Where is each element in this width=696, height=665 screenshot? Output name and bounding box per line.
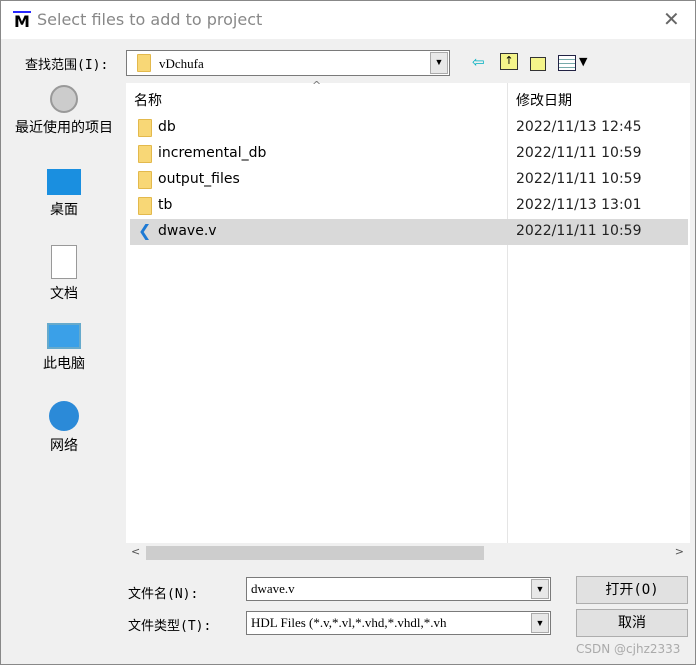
filetype-select[interactable]: HDL Files (*.v,*.vl,*.vhd,*.vhdl,*.vh ▼ — [246, 611, 551, 635]
file-date: 2022/11/11 10:59 — [516, 223, 642, 239]
vscode-file-icon: ❮ — [138, 221, 152, 240]
folder-icon — [138, 145, 152, 163]
horizontal-scrollbar[interactable]: < > — [126, 543, 690, 563]
chevron-down-icon[interactable]: ▼ — [430, 52, 448, 74]
sort-ascending-icon: ^ — [312, 79, 322, 92]
look-in-label: 查找范围(I): — [25, 58, 109, 73]
column-header-date[interactable]: 修改日期 — [508, 83, 580, 113]
scrollbar-thumb[interactable] — [146, 546, 484, 560]
chevron-down-icon[interactable]: ▼ — [531, 579, 549, 599]
file-row[interactable]: db 2022/11/13 12:45 — [130, 115, 688, 141]
file-date: 2022/11/11 10:59 — [516, 145, 642, 161]
file-name: incremental_db — [158, 145, 267, 161]
watermark: CSDN @cjhz2333 — [576, 642, 681, 656]
new-folder-icon[interactable] — [530, 57, 546, 71]
folder-icon — [138, 197, 152, 215]
view-menu-icon[interactable] — [558, 55, 576, 71]
file-name: tb — [158, 197, 173, 213]
scroll-left-icon[interactable]: < — [131, 545, 140, 558]
file-list[interactable]: ^ 名称 修改日期 db 2022/11/13 12:45 incremental… — [126, 79, 690, 563]
file-row[interactable]: ❮ dwave.v 2022/11/11 10:59 — [130, 219, 688, 245]
file-date: 2022/11/13 13:01 — [516, 197, 642, 213]
filename-input[interactable]: dwave.v ▼ — [246, 577, 551, 601]
file-row[interactable]: tb 2022/11/13 13:01 — [130, 193, 688, 219]
look-in-value: vDchufa — [159, 56, 204, 71]
file-date: 2022/11/13 12:45 — [516, 119, 642, 135]
folder-icon — [137, 54, 151, 72]
app-logo-icon: M — [13, 11, 31, 31]
up-folder-icon[interactable]: ↑ — [500, 53, 518, 70]
file-row[interactable]: output_files 2022/11/11 10:59 — [130, 167, 688, 193]
place-label: 网络 — [50, 438, 78, 454]
computer-icon — [47, 323, 81, 349]
chevron-down-icon[interactable]: ▼ — [579, 55, 587, 68]
file-name: dwave.v — [158, 223, 217, 239]
globe-icon — [49, 401, 79, 431]
file-name: output_files — [158, 171, 240, 187]
place-label: 最近使用的项目 — [15, 120, 113, 136]
file-date: 2022/11/11 10:59 — [516, 171, 642, 187]
close-button[interactable]: ✕ — [663, 7, 680, 31]
place-desktop[interactable]: 桌面 — [3, 169, 125, 219]
place-label: 桌面 — [50, 202, 78, 218]
place-documents[interactable]: 文档 — [3, 245, 125, 303]
back-icon[interactable]: ⇦ — [472, 53, 485, 71]
file-row[interactable]: incremental_db 2022/11/11 10:59 — [130, 141, 688, 167]
folder-icon — [138, 171, 152, 189]
filename-label: 文件名(N): — [128, 587, 199, 602]
chevron-down-icon[interactable]: ▼ — [531, 613, 549, 633]
filename-value: dwave.v — [251, 581, 295, 596]
place-label: 文档 — [50, 286, 78, 302]
folder-icon — [138, 119, 152, 137]
clock-icon — [50, 85, 78, 113]
place-recent[interactable]: 最近使用的项目 — [3, 85, 125, 137]
place-this-pc[interactable]: 此电脑 — [3, 323, 125, 373]
window-title: Select files to add to project — [37, 10, 263, 29]
file-name: db — [158, 119, 176, 135]
desktop-icon — [47, 169, 81, 195]
filetype-value: HDL Files (*.v,*.vl,*.vhd,*.vhdl,*.vh — [251, 615, 447, 630]
document-icon — [51, 245, 77, 279]
scroll-right-icon[interactable]: > — [675, 545, 684, 558]
place-network[interactable]: 网络 — [3, 401, 125, 455]
column-header-name[interactable]: 名称 — [126, 83, 170, 113]
cancel-button[interactable]: 取消 — [576, 609, 688, 637]
title-bar: M Select files to add to project ✕ — [1, 1, 695, 39]
place-label: 此电脑 — [43, 356, 85, 372]
look-in-combo[interactable]: vDchufa ▼ — [126, 50, 450, 76]
open-button[interactable]: 打开(O) — [576, 576, 688, 604]
filetype-label: 文件类型(T): — [128, 619, 212, 634]
